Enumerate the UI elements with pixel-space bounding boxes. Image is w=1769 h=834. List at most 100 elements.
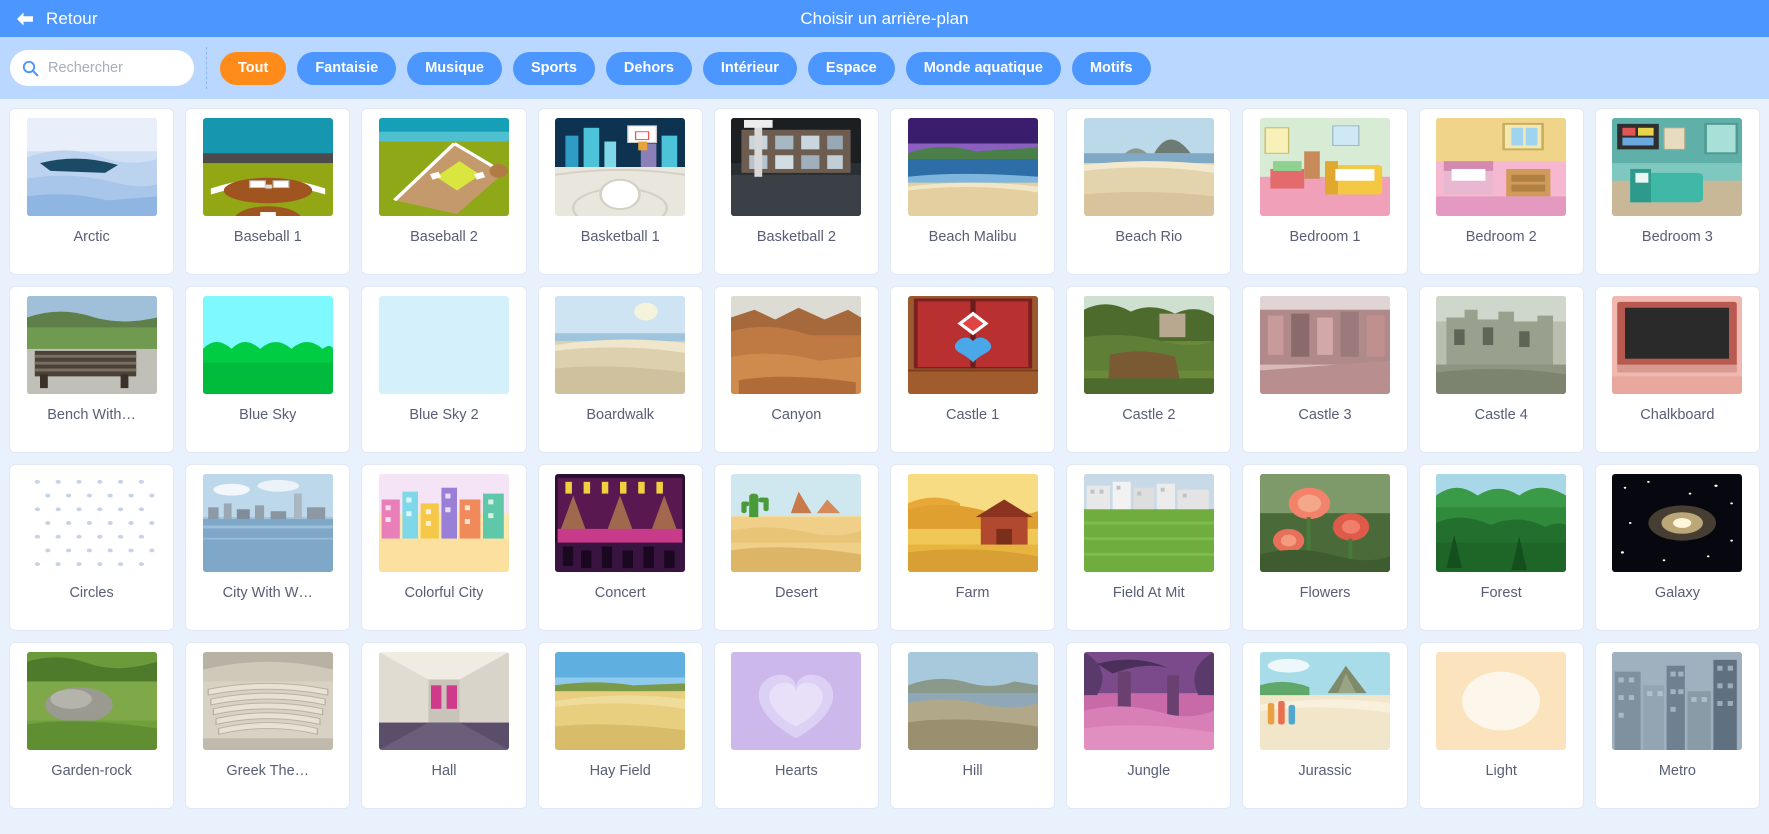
backdrop-thumbnail [907, 118, 1038, 216]
backdrop-thumbnail [1612, 474, 1743, 572]
backdrop-card[interactable]: Bedroom 1 [1242, 108, 1408, 275]
backdrop-thumbnail [1436, 296, 1567, 394]
tag-sports[interactable]: Sports [513, 51, 595, 85]
tag-int-rieur[interactable]: Intérieur [702, 51, 797, 85]
backdrop-grid-scroll[interactable]: Arctic Baseball 1 Baseball 2 Basketball … [0, 99, 1769, 809]
backdrop-thumbnail [26, 474, 157, 572]
backdrop-thumbnail [26, 652, 157, 750]
backdrop-card[interactable]: Light [1418, 642, 1584, 809]
backdrop-label: Farm [955, 585, 990, 601]
backdrop-label: Galaxy [1654, 585, 1700, 601]
backdrop-label: Bedroom 1 [1289, 229, 1361, 245]
tag-monde-aquatique[interactable]: Monde aquatique [905, 51, 1061, 85]
backdrop-label: Baseball 1 [233, 229, 302, 245]
backdrop-card[interactable]: Desert [713, 464, 879, 631]
backdrop-card[interactable]: Bedroom 2 [1418, 108, 1584, 275]
backdrop-card[interactable]: Beach Rio [1066, 108, 1232, 275]
backdrop-card[interactable]: City With W… [185, 464, 351, 631]
backdrop-thumbnail [731, 118, 862, 216]
backdrop-thumbnail [1259, 296, 1390, 394]
backdrop-card[interactable]: Greek The… [185, 642, 351, 809]
back-button[interactable]: Retour [0, 0, 112, 37]
backdrop-card[interactable]: Blue Sky 2 [361, 286, 527, 453]
backdrop-label: Castle 2 [1122, 407, 1176, 423]
backdrop-card[interactable]: Forest [1418, 464, 1584, 631]
search-icon [22, 60, 39, 77]
backdrop-card[interactable]: Concert [537, 464, 703, 631]
backdrop-thumbnail [1612, 296, 1743, 394]
backdrop-thumbnail [202, 296, 333, 394]
tag-fantaisie[interactable]: Fantaisie [297, 51, 397, 85]
backdrop-label: Colorful City [404, 585, 484, 601]
backdrop-card[interactable]: Garden-rock [9, 642, 175, 809]
backdrop-label: Chalkboard [1640, 407, 1715, 423]
backdrop-card[interactable]: Basketball 1 [537, 108, 703, 275]
backdrop-card[interactable]: Galaxy [1594, 464, 1760, 631]
backdrop-thumbnail [1436, 118, 1567, 216]
backdrop-card[interactable]: Castle 3 [1242, 286, 1408, 453]
backdrop-label: Jungle [1127, 763, 1171, 779]
backdrop-card[interactable]: Colorful City [361, 464, 527, 631]
backdrop-label: Greek The… [226, 763, 310, 779]
backdrop-card[interactable]: Hearts [713, 642, 879, 809]
tag-espace[interactable]: Espace [807, 51, 895, 85]
backdrop-card[interactable]: Jungle [1066, 642, 1232, 809]
backdrop-card[interactable]: Baseball 2 [361, 108, 527, 275]
backdrop-card[interactable]: Arctic [9, 108, 175, 275]
arrow-left-icon [14, 9, 36, 29]
backdrop-card[interactable]: Farm [889, 464, 1056, 631]
backdrop-card[interactable]: Jurassic [1242, 642, 1408, 809]
backdrop-thumbnail [202, 652, 333, 750]
backdrop-label: Field At Mit [1112, 585, 1185, 601]
backdrop-thumbnail [907, 652, 1038, 750]
backdrop-thumbnail [1259, 118, 1390, 216]
backdrop-card[interactable]: Field At Mit [1066, 464, 1232, 631]
search-input[interactable] [39, 60, 184, 76]
backdrop-thumbnail [555, 296, 686, 394]
backdrop-card[interactable]: Baseball 1 [185, 108, 351, 275]
backdrop-card[interactable]: Castle 4 [1418, 286, 1584, 453]
backdrop-thumbnail [907, 474, 1038, 572]
backdrop-card[interactable]: Flowers [1242, 464, 1408, 631]
backdrop-card[interactable]: Castle 2 [1066, 286, 1232, 453]
backdrop-card[interactable]: Circles [9, 464, 175, 631]
backdrop-label: Castle 1 [945, 407, 1000, 423]
tag-tout[interactable]: Tout [220, 51, 287, 85]
library-header: Retour Choisir un arrière-plan [0, 0, 1769, 37]
backdrop-thumbnail [1259, 474, 1390, 572]
backdrop-card[interactable]: Canyon [713, 286, 879, 453]
backdrop-label: Metro [1658, 763, 1696, 779]
backdrop-card[interactable]: Beach Malibu [889, 108, 1056, 275]
backdrop-label: Baseball 2 [410, 229, 478, 245]
backdrop-label: Boardwalk [586, 407, 655, 423]
backdrop-card[interactable]: Hall [361, 642, 527, 809]
backdrop-card[interactable]: Bench With… [9, 286, 175, 453]
backdrop-label: Castle 4 [1474, 407, 1528, 423]
backdrop-label: Basketball 2 [756, 229, 836, 245]
backdrop-thumbnail [731, 296, 862, 394]
page-title: Choisir un arrière-plan [800, 8, 969, 28]
backdrop-thumbnail [1612, 652, 1743, 750]
backdrop-card[interactable]: Bedroom 3 [1594, 108, 1760, 275]
backdrop-card[interactable]: Hay Field [537, 642, 703, 809]
backdrop-card[interactable]: Metro [1594, 642, 1760, 809]
backdrop-thumbnail [1436, 474, 1567, 572]
backdrop-card[interactable]: Hill [889, 642, 1056, 809]
backdrop-thumbnail [1083, 652, 1214, 750]
backdrop-card[interactable]: Blue Sky [185, 286, 351, 453]
backdrop-card[interactable]: Castle 1 [889, 286, 1056, 453]
tag-motifs[interactable]: Motifs [1071, 51, 1151, 85]
backdrop-label: City With W… [222, 585, 313, 601]
backdrop-label: Jurassic [1298, 763, 1352, 779]
backdrop-thumbnail [26, 296, 157, 394]
backdrop-card[interactable]: Basketball 2 [713, 108, 879, 275]
backdrop-card[interactable]: Chalkboard [1594, 286, 1760, 453]
search-box[interactable] [10, 50, 194, 86]
tag-musique[interactable]: Musique [407, 51, 502, 85]
backdrop-label: Arctic [73, 229, 110, 245]
tag-dehors[interactable]: Dehors [605, 51, 692, 85]
backdrop-label: Beach Rio [1115, 229, 1183, 245]
backdrop-label: Concert [594, 585, 646, 601]
backdrop-card[interactable]: Boardwalk [537, 286, 703, 453]
backdrop-label: Bedroom 2 [1465, 229, 1537, 245]
